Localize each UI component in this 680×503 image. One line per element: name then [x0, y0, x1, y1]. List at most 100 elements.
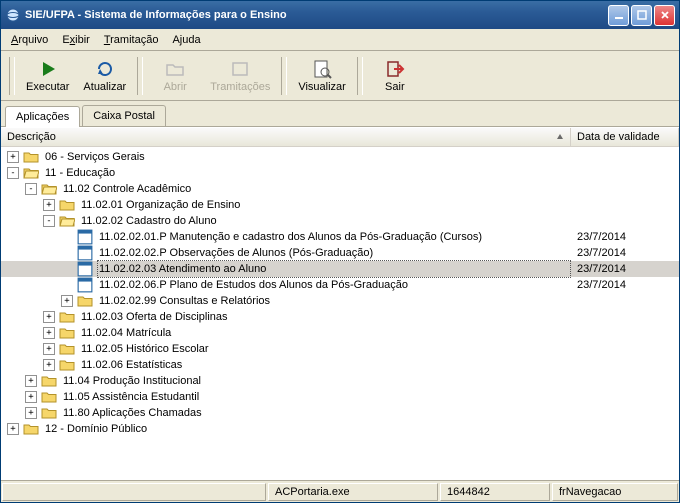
tree-item-label[interactable]: 11.02.01 Organização de Ensino: [79, 197, 571, 213]
tree-row[interactable]: 11.02.02.06.P Plano de Estudos dos Aluno…: [1, 277, 679, 293]
document-icon: [77, 230, 93, 244]
tree-item-label[interactable]: 11.80 Aplicações Chamadas: [61, 405, 571, 421]
tree-row[interactable]: +11.02.06 Estatísticas: [1, 357, 679, 373]
tree-item-label[interactable]: 11.05 Assistência Estudantil: [61, 389, 571, 405]
menu-bar: Arquivo Exibir Tramitação Ajuda: [1, 29, 679, 51]
folder-open-icon: [59, 214, 75, 228]
toolbar-abrir[interactable]: Abrir: [147, 55, 203, 97]
tree-item-label[interactable]: 11.02.02.99 Consultas e Relatórios: [97, 293, 571, 309]
title-bar[interactable]: SIE/UFPA - Sistema de Informações para o…: [1, 1, 679, 29]
tree-row[interactable]: +11.04 Produção Institucional: [1, 373, 679, 389]
close-button[interactable]: [654, 5, 675, 26]
folder-icon: [23, 150, 39, 164]
tree-row[interactable]: - 11.02 Controle Acadêmico: [1, 181, 679, 197]
status-cell-empty: [2, 483, 266, 501]
tree-item-label[interactable]: 11.02.02.01.P Manutenção e cadastro dos …: [97, 229, 571, 245]
tree-item-label[interactable]: 11.02.02 Cadastro do Aluno: [79, 213, 571, 229]
tree-item-label[interactable]: 06 - Serviços Gerais: [43, 149, 571, 165]
collapse-toggle[interactable]: -: [25, 183, 37, 195]
tree-row[interactable]: +11.80 Aplicações Chamadas: [1, 405, 679, 421]
refresh-icon: [95, 59, 115, 79]
col-data-validade[interactable]: Data de validade: [571, 128, 679, 146]
tree-item-date: 23/7/2014: [571, 245, 679, 261]
collapse-toggle[interactable]: -: [43, 215, 55, 227]
collapse-toggle[interactable]: -: [7, 167, 19, 179]
col-descricao[interactable]: Descrição: [1, 128, 571, 146]
column-headers: Descrição Data de validade: [1, 127, 679, 147]
menu-exibir[interactable]: Exibir: [56, 32, 96, 48]
tree-row[interactable]: +11.02.03 Oferta de Disciplinas: [1, 309, 679, 325]
tree-row[interactable]: +11.02.05 Histórico Escolar: [1, 341, 679, 357]
tree-row[interactable]: +11.02.04 Matrícula: [1, 325, 679, 341]
tree-item-label[interactable]: 11.02.04 Matrícula: [79, 325, 571, 341]
tree-view[interactable]: +06 - Serviços Gerais-11 - Educação-11.0…: [1, 147, 679, 480]
expand-toggle[interactable]: +: [43, 359, 55, 371]
tree-row[interactable]: +11.02.02.99 Consultas e Relatórios: [1, 293, 679, 309]
toolbar-sair[interactable]: Sair: [367, 55, 423, 97]
document-icon: [77, 246, 93, 260]
expand-toggle[interactable]: +: [43, 311, 55, 323]
tree-item-label[interactable]: 11.02.06 Estatísticas: [79, 357, 571, 373]
tree-item-label[interactable]: 11.02 Controle Acadêmico: [61, 181, 571, 197]
toolbar-visualizar[interactable]: Visualizar: [291, 55, 353, 97]
preview-icon: [312, 59, 332, 79]
tree-row[interactable]: 11.02.02.02.P Observações de Alunos (Pós…: [1, 245, 679, 261]
tree-item-date: 23/7/2014: [571, 277, 679, 293]
expand-toggle[interactable]: +: [43, 199, 55, 211]
play-icon: [38, 59, 58, 79]
toolbar-grip: [9, 57, 15, 95]
folder-icon: [77, 294, 93, 308]
folder-open-icon: [41, 182, 57, 196]
tree-row[interactable]: 11.02.02.03 Atendimento ao Aluno23/7/201…: [1, 261, 679, 277]
menu-ajuda[interactable]: Ajuda: [166, 32, 206, 48]
folder-icon: [41, 406, 57, 420]
tree-row[interactable]: +11.02.01 Organização de Ensino: [1, 197, 679, 213]
toolbar-tramitacoes[interactable]: Tramitações: [203, 55, 277, 97]
tree-item-date: 23/7/2014: [571, 229, 679, 245]
folder-icon: [41, 390, 57, 404]
status-exe: ACPortaria.exe: [268, 483, 438, 501]
tab-bar: Aplicações Caixa Postal: [1, 101, 679, 127]
expand-toggle[interactable]: +: [7, 423, 19, 435]
toolbar-executar[interactable]: Executar: [19, 55, 76, 97]
content-area: Descrição Data de validade +06 - Serviço…: [1, 127, 679, 480]
status-bar: ACPortaria.exe 1644842 frNavegacao: [1, 480, 679, 502]
menu-arquivo[interactable]: Arquivo: [5, 32, 54, 48]
maximize-button[interactable]: [631, 5, 652, 26]
folder-icon: [59, 326, 75, 340]
tree-row[interactable]: +12 - Domínio Público: [1, 421, 679, 437]
tree-item-label[interactable]: 11.02.05 Histórico Escolar: [79, 341, 571, 357]
tree-item-label[interactable]: 11.02.03 Oferta de Disciplinas: [79, 309, 571, 325]
tree-item-label[interactable]: 11.04 Produção Institucional: [61, 373, 571, 389]
tab-caixa-postal[interactable]: Caixa Postal: [82, 105, 166, 126]
tree-row[interactable]: +06 - Serviços Gerais: [1, 149, 679, 165]
tree-row[interactable]: +11.05 Assistência Estudantil: [1, 389, 679, 405]
folder-icon: [41, 374, 57, 388]
expand-toggle[interactable]: +: [61, 295, 73, 307]
folder-icon: [59, 358, 75, 372]
exit-icon: [385, 59, 405, 79]
expand-toggle[interactable]: +: [43, 327, 55, 339]
tree-item-label[interactable]: 11 - Educação: [43, 165, 571, 181]
expand-toggle[interactable]: +: [25, 375, 37, 387]
expand-toggle[interactable]: +: [7, 151, 19, 163]
folder-icon: [23, 422, 39, 436]
expand-toggle[interactable]: +: [25, 407, 37, 419]
expand-toggle[interactable]: +: [25, 391, 37, 403]
status-number: 1644842: [440, 483, 550, 501]
tree-row[interactable]: - 11.02.02 Cadastro do Aluno: [1, 213, 679, 229]
toolbar-atualizar[interactable]: Atualizar: [76, 55, 133, 97]
expand-toggle[interactable]: +: [43, 343, 55, 355]
open-icon: [165, 59, 185, 79]
tree-row[interactable]: 11.02.02.01.P Manutenção e cadastro dos …: [1, 229, 679, 245]
tree-item-label[interactable]: 11.02.02.06.P Plano de Estudos dos Aluno…: [97, 277, 571, 293]
tree-item-label[interactable]: 11.02.02.03 Atendimento ao Aluno: [97, 260, 571, 278]
folder-icon: [59, 342, 75, 356]
sort-asc-icon: [556, 133, 564, 141]
minimize-button[interactable]: [608, 5, 629, 26]
tree-row[interactable]: - 11 - Educação: [1, 165, 679, 181]
tab-aplicacoes[interactable]: Aplicações: [5, 106, 80, 127]
tree-item-label[interactable]: 12 - Domínio Público: [43, 421, 571, 437]
tree-item-label[interactable]: 11.02.02.02.P Observações de Alunos (Pós…: [97, 245, 571, 261]
menu-tramitacao[interactable]: Tramitação: [98, 32, 165, 48]
